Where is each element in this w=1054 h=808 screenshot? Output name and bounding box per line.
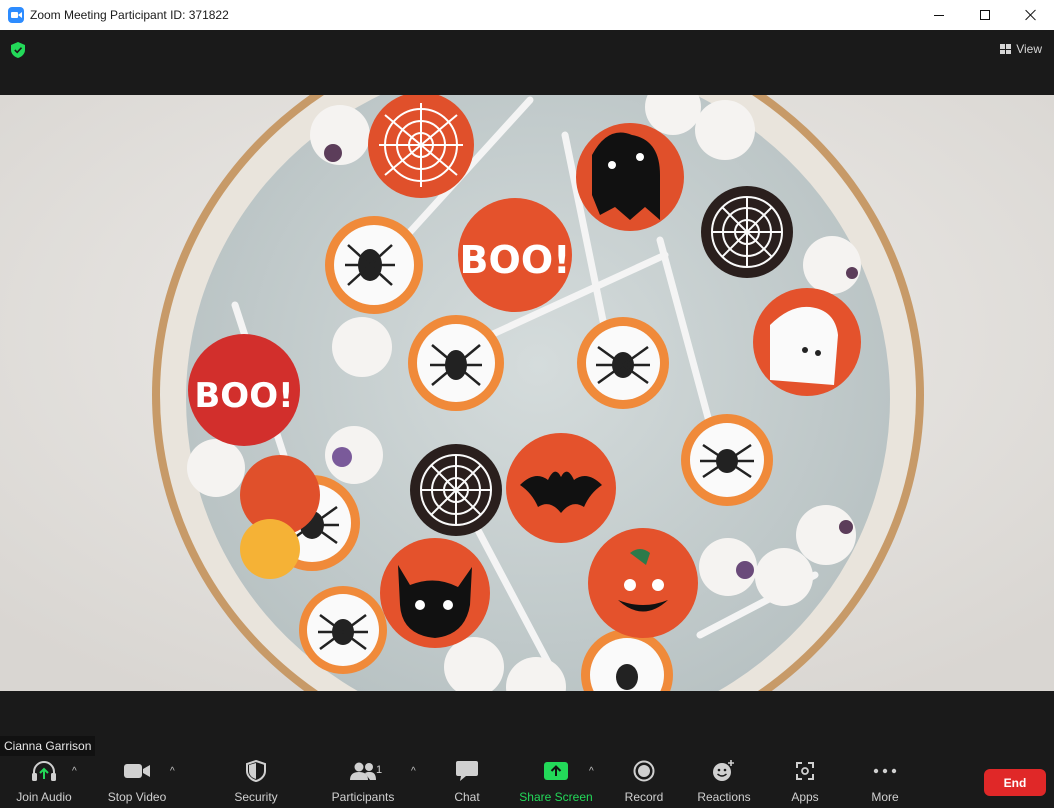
- zoom-app-icon: [8, 7, 24, 23]
- chat-button[interactable]: Chat: [450, 756, 484, 808]
- reactions-label: Reactions: [697, 790, 751, 804]
- chat-label: Chat: [454, 790, 480, 804]
- shield-icon[interactable]: [11, 42, 25, 58]
- join-audio-label: Join Audio: [16, 790, 72, 804]
- window-title: Zoom Meeting Participant ID: 371822: [30, 8, 229, 22]
- minimize-icon: [934, 14, 944, 16]
- apps-label: Apps: [791, 790, 819, 804]
- window-controls: [916, 0, 1054, 30]
- boo-text-2: BOO!: [194, 376, 293, 416]
- apps-button[interactable]: Apps: [786, 756, 824, 808]
- stop-video-label: Stop Video: [107, 790, 167, 804]
- headphones-icon: [32, 761, 56, 781]
- more-label: More: [871, 790, 899, 804]
- audio-options-caret[interactable]: ^: [72, 766, 77, 777]
- close-icon: [1025, 9, 1037, 21]
- record-button[interactable]: Record: [622, 756, 666, 808]
- share-screen-label: Share Screen: [519, 790, 593, 804]
- record-label: Record: [624, 790, 664, 804]
- maximize-icon: [980, 10, 990, 20]
- video-options-caret[interactable]: ^: [170, 766, 175, 777]
- participants-label: Participants: [331, 790, 395, 804]
- join-audio-button[interactable]: Join Audio: [14, 756, 74, 808]
- security-label: Security: [234, 790, 278, 804]
- boo-text-1: BOO!: [460, 238, 571, 282]
- apps-icon: [796, 762, 814, 780]
- security-shield-icon: [246, 760, 266, 782]
- meeting-topbar: View: [0, 30, 1054, 95]
- share-screen-button[interactable]: Share Screen: [518, 756, 594, 808]
- more-icon: [873, 768, 897, 774]
- view-button[interactable]: View: [1000, 42, 1042, 56]
- share-screen-icon: [544, 762, 568, 780]
- window-titlebar: Zoom Meeting Participant ID: 371822: [0, 0, 1054, 30]
- participants-icon: [350, 762, 376, 780]
- video-feed: BOO! BOO!: [0, 95, 1054, 691]
- video-camera-icon: [124, 764, 150, 778]
- participant-name-tag: Cianna Garrison: [0, 736, 96, 756]
- more-button[interactable]: More: [866, 756, 904, 808]
- meeting-toolbar: Join Audio ^ Stop Video ^ Security Parti…: [0, 756, 1054, 808]
- minimize-button[interactable]: [916, 0, 962, 30]
- stop-video-button[interactable]: Stop Video: [106, 756, 168, 808]
- end-meeting-button[interactable]: End: [984, 769, 1046, 796]
- share-options-caret[interactable]: ^: [589, 766, 594, 777]
- participants-count-badge: 1: [376, 764, 383, 776]
- view-label: View: [1016, 42, 1042, 56]
- maximize-button[interactable]: [962, 0, 1008, 30]
- reactions-button[interactable]: Reactions: [696, 756, 752, 808]
- video-image: BOO! BOO!: [0, 95, 1054, 691]
- chat-icon: [456, 761, 478, 781]
- close-button[interactable]: [1008, 0, 1054, 30]
- participants-options-caret[interactable]: ^: [411, 766, 416, 777]
- grid-icon: [1000, 44, 1012, 54]
- record-icon: [633, 760, 655, 782]
- participants-button[interactable]: Participants: [330, 756, 396, 808]
- security-button[interactable]: Security: [230, 756, 282, 808]
- reactions-icon: [713, 760, 734, 781]
